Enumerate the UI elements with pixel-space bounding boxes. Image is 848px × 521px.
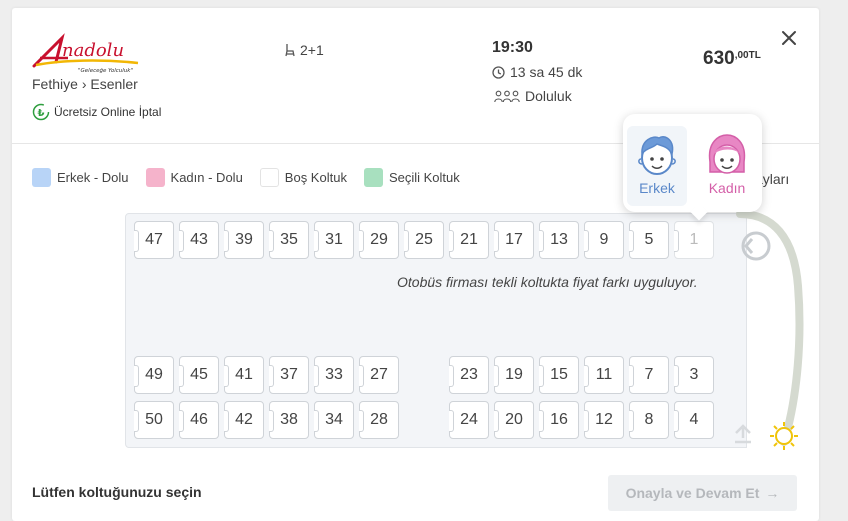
legend-label: Erkek - Dolu <box>57 170 129 185</box>
seat-21[interactable]: 21 <box>449 221 489 259</box>
legend-label: Boş Koltuk <box>284 170 347 185</box>
ticket-price: 630,00TL <box>703 48 761 70</box>
seat-42[interactable]: 42 <box>224 401 264 439</box>
gender-select-popup: Erkek Kadın <box>623 114 762 212</box>
seat-20[interactable]: 20 <box>494 401 534 439</box>
legend-swatch <box>259 168 279 187</box>
svg-text:"Geleceğe Yolculuk": "Geleceğe Yolculuk" <box>78 68 133 74</box>
price-main: 630 <box>703 48 735 69</box>
occupancy-info[interactable]: Doluluk <box>494 88 572 104</box>
departure-time: 19:30 <box>492 39 533 56</box>
seat-legend: Erkek - Dolu Kadın - Dolu Boş Koltuk Seç… <box>32 168 477 187</box>
seat-27[interactable]: 27 <box>359 356 399 394</box>
door-arrow-icon <box>735 424 751 444</box>
route-from: Fethiye <box>32 76 78 92</box>
seat-33[interactable]: 33 <box>314 356 354 394</box>
seat-13[interactable]: 13 <box>539 221 579 259</box>
seat-select-prompt: Lütfen koltuğunuzu seçin <box>32 484 202 500</box>
single-seat-price-notice: Otobüs firması tekli koltukta fiyat fark… <box>397 274 698 290</box>
seat-50[interactable]: 50 <box>134 401 174 439</box>
seat-5[interactable]: 5 <box>629 221 669 259</box>
route-separator-icon: › <box>81 76 87 92</box>
legend-swatch <box>32 168 51 187</box>
seat-8[interactable]: 8 <box>629 401 669 439</box>
seat-47[interactable]: 47 <box>134 221 174 259</box>
trip-duration: 13 sa 45 dk <box>492 64 582 80</box>
seat-38[interactable]: 38 <box>269 401 309 439</box>
svg-text:nadolu: nadolu <box>62 40 124 61</box>
brand-logo: nadolu "Geleceğe Yolculuk" <box>32 32 144 74</box>
duration-value: 13 sa 45 dk <box>510 64 583 80</box>
confirm-label: Onayla ve Devam Et <box>625 485 760 501</box>
legend-label: Kadın - Dolu <box>170 170 243 185</box>
legend-selected-seat: Seçili Koltuk <box>363 168 460 187</box>
seat-45[interactable]: 45 <box>179 356 219 394</box>
seat-31[interactable]: 31 <box>314 221 354 259</box>
seat-28[interactable]: 28 <box>359 401 399 439</box>
close-icon[interactable] <box>779 28 799 48</box>
seat-15[interactable]: 15 <box>539 356 579 394</box>
seat-4[interactable]: 4 <box>674 401 714 439</box>
free-cancel-text: Ücretsiz Online İptal <box>54 105 162 119</box>
seat-37[interactable]: 37 <box>269 356 309 394</box>
svg-text:₺: ₺ <box>38 108 45 119</box>
seat-16[interactable]: 16 <box>539 401 579 439</box>
seat-25[interactable]: 25 <box>404 221 444 259</box>
clock-icon <box>492 65 505 79</box>
seat-icon <box>285 44 295 57</box>
seat-46[interactable]: 46 <box>179 401 219 439</box>
seat-selection-card: nadolu "Geleceğe Yolculuk" Fethiye › Ese… <box>12 8 819 521</box>
price-decimal: ,00TL <box>734 50 761 61</box>
gender-option-female[interactable]: Kadın <box>697 126 757 206</box>
seat-12[interactable]: 12 <box>584 401 624 439</box>
seat-1[interactable]: 1 <box>674 221 714 259</box>
seat-41[interactable]: 41 <box>224 356 264 394</box>
seat-11[interactable]: 11 <box>584 356 624 394</box>
female-label: Kadın <box>708 180 746 196</box>
seat-layout-info: 2+1 <box>284 42 324 58</box>
seat-49[interactable]: 49 <box>134 356 174 394</box>
bus-front <box>735 210 804 450</box>
refund-icon: ₺ <box>32 103 50 121</box>
legend-female-occupied: Kadın - Dolu <box>145 168 243 187</box>
legend-swatch <box>145 168 165 187</box>
legend-male-occupied: Erkek - Dolu <box>32 168 129 187</box>
confirm-continue-button[interactable]: Onayla ve Devam Et → <box>608 475 797 511</box>
seat-23[interactable]: 23 <box>449 356 489 394</box>
seat-24[interactable]: 24 <box>449 401 489 439</box>
seat-35[interactable]: 35 <box>269 221 309 259</box>
seat-19[interactable]: 19 <box>494 356 534 394</box>
seat-3[interactable]: 3 <box>674 356 714 394</box>
legend-swatch <box>363 168 383 187</box>
route: Fethiye › Esenler <box>32 76 138 92</box>
female-face-icon <box>708 134 746 174</box>
seat-7[interactable]: 7 <box>629 356 669 394</box>
legend-empty-seat: Boş Koltuk <box>259 168 347 187</box>
seat-29[interactable]: 29 <box>359 221 399 259</box>
steering-wheel-icon <box>741 231 771 261</box>
seat-34[interactable]: 34 <box>314 401 354 439</box>
seat-43[interactable]: 43 <box>179 221 219 259</box>
male-label: Erkek <box>639 180 675 196</box>
seat-39[interactable]: 39 <box>224 221 264 259</box>
seat-17[interactable]: 17 <box>494 221 534 259</box>
male-face-icon <box>638 136 676 175</box>
free-cancel-info: ₺ Ücretsiz Online İptal <box>32 103 161 121</box>
occupancy-label: Doluluk <box>525 88 572 104</box>
legend-label: Seçili Koltuk <box>388 170 460 185</box>
seat-layout-value: 2+1 <box>300 42 324 58</box>
people-icon <box>494 90 520 102</box>
seat-9[interactable]: 9 <box>584 221 624 259</box>
route-to: Esenler <box>90 76 138 92</box>
arrow-right-icon: → <box>765 485 780 501</box>
gender-option-male[interactable]: Erkek <box>627 126 687 206</box>
